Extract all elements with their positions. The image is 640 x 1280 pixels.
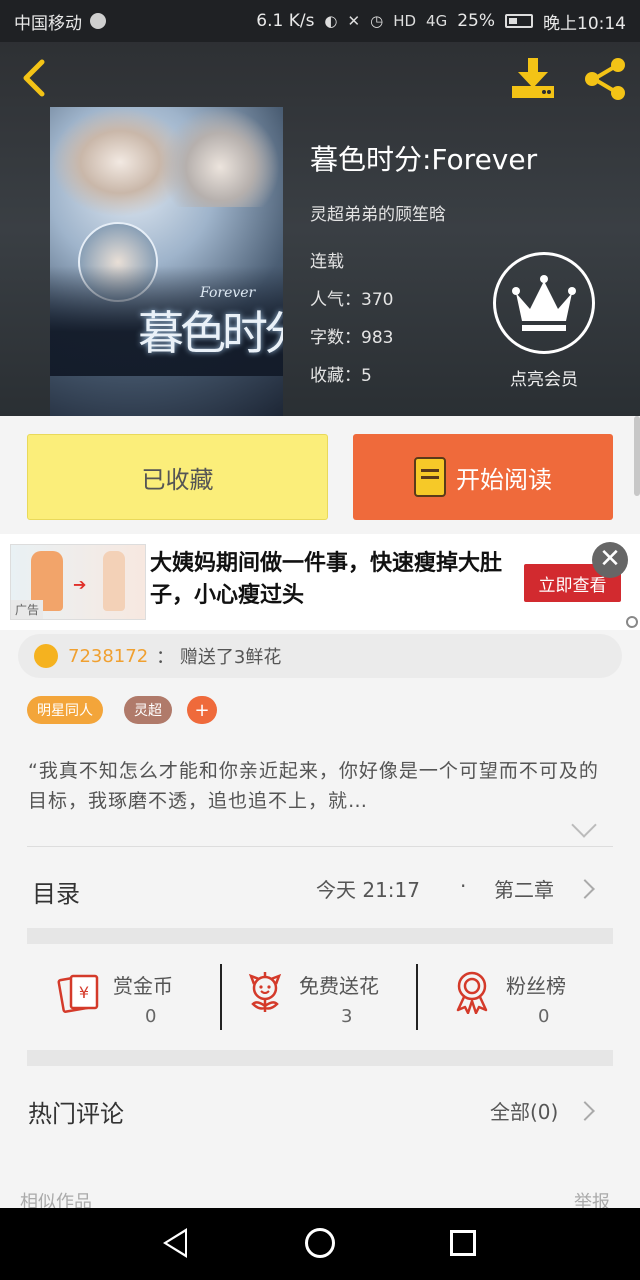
- start-reading-button[interactable]: 开始阅读: [353, 434, 613, 520]
- book-title: 暮色时分:Forever: [310, 143, 538, 176]
- toc-separator: ·: [460, 874, 467, 898]
- favorites-value: 5: [361, 366, 372, 386]
- signal-icon: 4G: [426, 12, 448, 30]
- carrier-name: 中国移动: [14, 13, 82, 34]
- toc-label[interactable]: 目录: [32, 874, 80, 909]
- book-author[interactable]: 灵超弟弟的顾笙晗: [310, 200, 446, 225]
- favorites-row: 收藏：5: [310, 361, 372, 386]
- medal-icon: [456, 971, 488, 1014]
- ad-banner[interactable]: ➔ 广告 大姨妈期间做一件事，快速瘦掉大肚子，小心瘦过头 立即查看: [0, 534, 640, 630]
- fan-ranking-label: 粉丝榜: [506, 974, 566, 998]
- toc-update-time: 今天 21:17: [316, 878, 420, 902]
- report-link[interactable]: 举报: [574, 1188, 610, 1208]
- book-header: 中国移动 6.1 K/s ◐ ✕ ◷ HD 4G 25% 晚上10:14 For…: [0, 0, 640, 416]
- share-icon: [585, 58, 625, 100]
- start-reading-label: 开始阅读: [456, 465, 552, 494]
- nav-recents-icon[interactable]: [450, 1230, 476, 1256]
- word-count-label: 字数：: [310, 328, 361, 348]
- crown-icon: [512, 275, 576, 331]
- ad-image[interactable]: ➔ 广告: [10, 544, 146, 620]
- svg-text:¥: ¥: [79, 983, 89, 1002]
- reward-coins-value: 0: [145, 1006, 157, 1027]
- divider: [27, 846, 613, 847]
- add-tag-button[interactable]: +: [187, 696, 217, 724]
- hd-icon: HD: [393, 12, 417, 30]
- book-detail-content: 已收藏 开始阅读 ➔ 广告 大姨妈期间做一件事，快速瘦掉大肚子，小心瘦过头 立即…: [0, 416, 640, 1208]
- vip-label[interactable]: 点亮会员: [493, 365, 595, 390]
- chevron-right-icon: [575, 879, 595, 899]
- flower-gift-icon: [34, 644, 58, 668]
- net-speed: 6.1 K/s: [256, 11, 315, 31]
- free-flower-value: 3: [341, 1006, 353, 1027]
- alarm-icon: ◷: [370, 12, 384, 30]
- toc-latest-chapter[interactable]: 第二章: [494, 874, 554, 903]
- share-button[interactable]: [580, 54, 630, 104]
- red-envelope-icon: ¥: [57, 974, 99, 1013]
- nav-back-icon[interactable]: [163, 1228, 187, 1258]
- back-button[interactable]: [16, 58, 56, 98]
- globe-icon: [90, 13, 106, 29]
- system-nav-bar: [0, 1208, 640, 1280]
- cover-title: 暮色时分: [138, 306, 283, 360]
- favorited-label: 已收藏: [141, 465, 214, 494]
- favorited-button[interactable]: 已收藏: [27, 434, 328, 520]
- mute-icon: ✕: [347, 12, 361, 30]
- divider: [416, 964, 418, 1030]
- ad-info-icon[interactable]: [626, 616, 638, 628]
- popularity-value: 370: [361, 290, 394, 310]
- flower-icon: [248, 972, 282, 1012]
- reward-coins-button[interactable]: ¥ 赏金币 0: [57, 964, 207, 1034]
- scrollbar[interactable]: [634, 416, 640, 496]
- arrow-right-icon: ➔: [73, 575, 87, 594]
- section-separator: [27, 928, 613, 944]
- battery-percent: 25%: [457, 11, 495, 31]
- nav-home-icon[interactable]: [305, 1228, 335, 1258]
- free-flower-button[interactable]: 免费送花 3: [243, 964, 413, 1034]
- battery-icon: [505, 14, 533, 28]
- popularity-label: 人气：: [310, 290, 361, 310]
- book-status: 连载: [310, 252, 344, 272]
- popularity-row: 人气：370: [310, 285, 393, 310]
- book-cover[interactable]: Forever 暮色时分: [50, 107, 283, 416]
- expand-chevron-icon[interactable]: [571, 812, 597, 838]
- gift-message: ： 赠送了3鲜花: [156, 647, 282, 668]
- book-intro[interactable]: “我真不知怎么才能和你亲近起来，你好像是一个可望而不可及的目标，我琢磨不透，追也…: [28, 756, 608, 816]
- gift-notice: 7238172 ： 赠送了3鲜花: [18, 634, 622, 678]
- word-count-value: 983: [361, 328, 394, 348]
- chevron-left-icon: [23, 59, 45, 97]
- headphones-icon: ◐: [324, 12, 338, 30]
- close-icon: ✕: [599, 544, 621, 574]
- ad-text[interactable]: 大姨妈期间做一件事，快速瘦掉大肚子，小心瘦过头: [150, 548, 510, 612]
- fan-ranking-button[interactable]: 粉丝榜 0: [450, 964, 600, 1034]
- word-count-row: 字数：983: [310, 323, 393, 348]
- divider: [220, 964, 222, 1030]
- favorites-label: 收藏：: [310, 366, 361, 386]
- download-button[interactable]: [508, 56, 558, 102]
- clock: 晚上10:14: [543, 13, 626, 34]
- hot-comments-label: 热门评论: [28, 1100, 124, 1128]
- download-icon: [512, 58, 554, 98]
- status-bar: 中国移动 6.1 K/s ◐ ✕ ◷ HD 4G 25% 晚上10:14: [0, 0, 640, 42]
- book-icon: [414, 457, 446, 497]
- reward-coins-label: 赏金币: [113, 974, 173, 998]
- fan-ranking-value: 0: [538, 1006, 550, 1027]
- vip-button[interactable]: [493, 252, 595, 354]
- ad-tag: 广告: [11, 600, 44, 619]
- free-flower-label: 免费送花: [299, 974, 379, 998]
- gift-user[interactable]: 7238172: [68, 646, 148, 667]
- all-comments-link[interactable]: 全部(0): [490, 1096, 558, 1125]
- cover-art: [160, 107, 280, 207]
- similar-works-link[interactable]: 相似作品: [20, 1188, 92, 1208]
- tag-chip[interactable]: 灵超: [124, 696, 172, 724]
- ad-close-button[interactable]: ✕: [592, 542, 628, 578]
- chevron-right-icon: [575, 1101, 595, 1121]
- section-separator: [27, 1050, 613, 1066]
- tag-chip[interactable]: 明星同人: [27, 696, 103, 724]
